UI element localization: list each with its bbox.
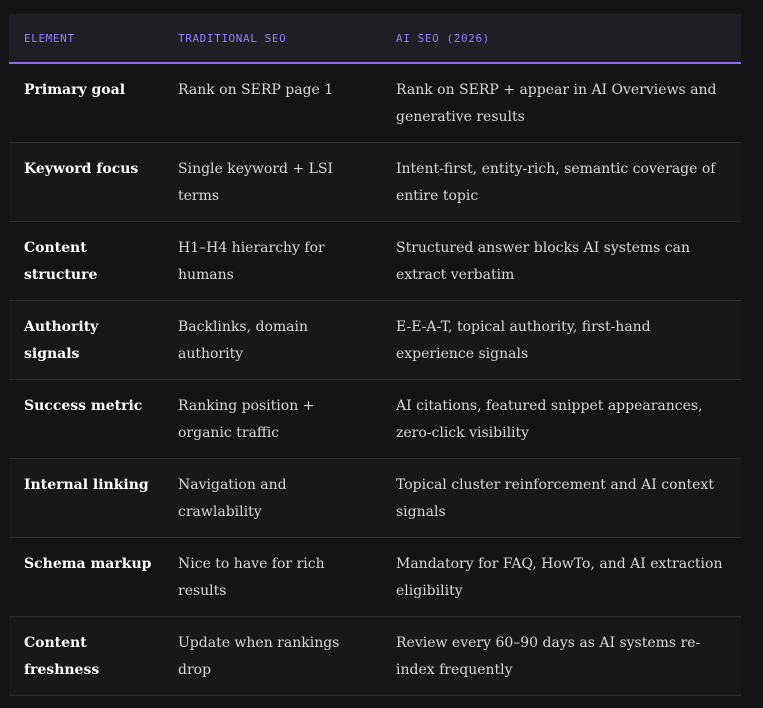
row-element-cell: Schema markup — [24, 555, 152, 572]
row-element-cell: Primary goal — [24, 82, 126, 98]
row-element-cell: Internal linking — [24, 476, 149, 493]
table-row: Content structure H1–H4 hierarchy for hu… — [9, 221, 741, 300]
row-traditional-cell: H1–H4 hierarchy for humans — [178, 239, 325, 283]
table-header-row: ELEMENT TRADITIONAL SEO AI SEO (2026) — [9, 14, 741, 63]
row-traditional-cell: Update when rankings drop — [178, 634, 340, 678]
row-element-cell: Keyword focus — [24, 160, 139, 177]
row-ai-cell: Topical cluster reinforcement and AI con… — [396, 476, 714, 520]
row-element-cell: Authority signals — [24, 318, 99, 362]
row-ai-cell: Rank on SERP + appear in AI Overviews an… — [396, 82, 717, 125]
header-traditional-seo: TRADITIONAL SEO — [178, 31, 287, 45]
row-ai-cell: Intent-first, entity-rich, semantic cove… — [396, 160, 716, 204]
row-ai-cell: Mandatory for FAQ, HowTo, and AI extract… — [396, 555, 723, 599]
row-traditional-cell: Backlinks, domain authority — [178, 318, 309, 362]
row-ai-cell: E-E-A-T, topical authority, first-hand e… — [396, 318, 651, 362]
seo-comparison-table: ELEMENT TRADITIONAL SEO AI SEO (2026) Pr… — [9, 14, 741, 696]
table-row: Authority signals Backlinks, domain auth… — [9, 300, 741, 379]
comparison-table-container: ELEMENT TRADITIONAL SEO AI SEO (2026) Pr… — [9, 14, 741, 696]
table-row: Internal linking Navigation and crawlabi… — [9, 458, 741, 537]
header-ai-seo: AI SEO (2026) — [396, 31, 490, 45]
row-traditional-cell: Single keyword + LSI terms — [178, 160, 334, 204]
row-element-cell: Content freshness — [24, 634, 100, 678]
table-row: Primary goal Rank on SERP page 1 Rank on… — [9, 63, 741, 142]
row-ai-cell: Review every 60–90 days as AI systems re… — [396, 634, 701, 678]
row-traditional-cell: Rank on SERP page 1 — [178, 82, 334, 98]
table-row: Schema markup Nice to have for rich resu… — [9, 537, 741, 616]
table-row: Success metric Ranking position + organi… — [9, 379, 741, 458]
row-element-cell: Success metric — [24, 397, 143, 414]
header-element: ELEMENT — [24, 31, 75, 45]
table-row: Keyword focus Single keyword + LSI terms… — [9, 142, 741, 221]
table-row: Content freshness Update when rankings d… — [9, 616, 741, 695]
row-traditional-cell: Ranking position + organic traffic — [178, 397, 315, 441]
row-ai-cell: AI citations, featured snippet appearanc… — [396, 397, 703, 441]
row-traditional-cell: Nice to have for rich results — [178, 555, 325, 599]
row-traditional-cell: Navigation and crawlability — [178, 476, 287, 520]
row-element-cell: Content structure — [24, 239, 98, 283]
row-ai-cell: Structured answer blocks AI systems can … — [396, 239, 690, 283]
